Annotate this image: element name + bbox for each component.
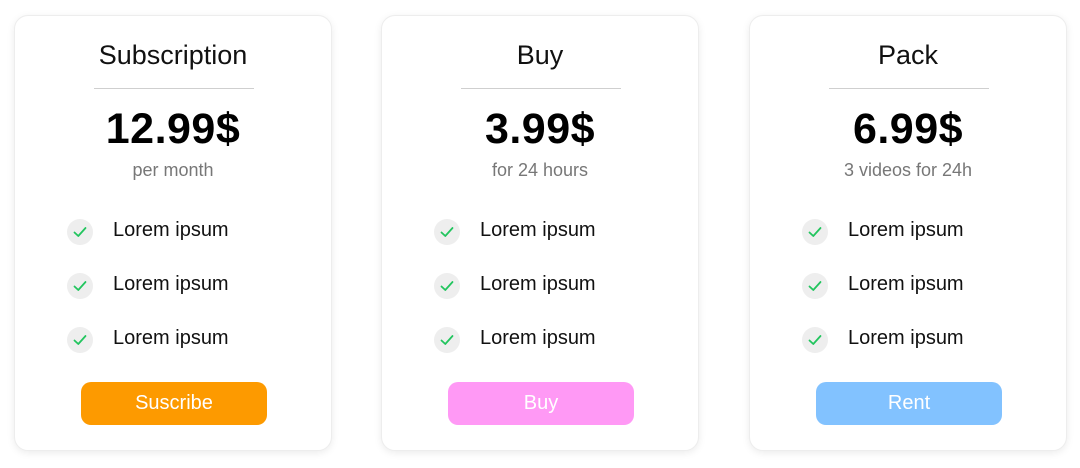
subscribe-button[interactable]: Suscribe: [81, 382, 267, 425]
feature-label: Lorem ipsum: [848, 327, 964, 349]
plan-price: 6.99$: [852, 105, 964, 153]
plan-title: Subscription: [98, 40, 248, 70]
feature-label: Lorem ipsum: [113, 273, 229, 295]
title-divider: [829, 88, 989, 89]
feature-item: Lorem ipsum: [67, 266, 229, 320]
feature-list: Lorem ipsum Lorem ipsum Lorem ipsum: [434, 212, 596, 374]
title-divider: [461, 88, 621, 89]
feature-item: Lorem ipsum: [802, 266, 964, 320]
feature-item: Lorem ipsum: [802, 320, 964, 374]
check-icon: [802, 327, 828, 353]
plan-period: for 24 hours: [491, 160, 589, 180]
plan-title: Buy: [516, 40, 564, 70]
check-icon: [67, 327, 93, 353]
feature-label: Lorem ipsum: [480, 273, 596, 295]
check-icon: [67, 219, 93, 245]
check-icon: [434, 273, 460, 299]
plan-card-subscription: Subscription 12.99$ per month Lorem ipsu…: [14, 15, 332, 451]
feature-label: Lorem ipsum: [480, 327, 596, 349]
buy-button[interactable]: Buy: [448, 382, 634, 425]
rent-button[interactable]: Rent: [816, 382, 1002, 425]
check-icon: [802, 219, 828, 245]
feature-item: Lorem ipsum: [67, 212, 229, 266]
feature-item: Lorem ipsum: [802, 212, 964, 266]
plan-period: per month: [132, 160, 214, 180]
check-icon: [434, 219, 460, 245]
feature-label: Lorem ipsum: [480, 219, 596, 241]
check-icon: [67, 273, 93, 299]
plan-price: 3.99$: [484, 105, 596, 153]
pricing-cards: Subscription 12.99$ per month Lorem ipsu…: [0, 0, 1080, 468]
feature-item: Lorem ipsum: [434, 212, 596, 266]
feature-label: Lorem ipsum: [113, 327, 229, 349]
feature-list: Lorem ipsum Lorem ipsum Lorem ipsum: [802, 212, 964, 374]
feature-list: Lorem ipsum Lorem ipsum Lorem ipsum: [67, 212, 229, 374]
feature-label: Lorem ipsum: [848, 273, 964, 295]
check-icon: [802, 273, 828, 299]
feature-label: Lorem ipsum: [848, 219, 964, 241]
plan-card-pack: Pack 6.99$ 3 videos for 24h Lorem ipsum …: [749, 15, 1067, 451]
plan-card-buy: Buy 3.99$ for 24 hours Lorem ipsum Lorem…: [381, 15, 699, 451]
feature-item: Lorem ipsum: [434, 266, 596, 320]
feature-item: Lorem ipsum: [434, 320, 596, 374]
plan-price: 12.99$: [105, 105, 241, 153]
plan-period: 3 videos for 24h: [843, 160, 973, 180]
plan-title: Pack: [877, 40, 939, 70]
feature-label: Lorem ipsum: [113, 219, 229, 241]
feature-item: Lorem ipsum: [67, 320, 229, 374]
check-icon: [434, 327, 460, 353]
title-divider: [94, 88, 254, 89]
